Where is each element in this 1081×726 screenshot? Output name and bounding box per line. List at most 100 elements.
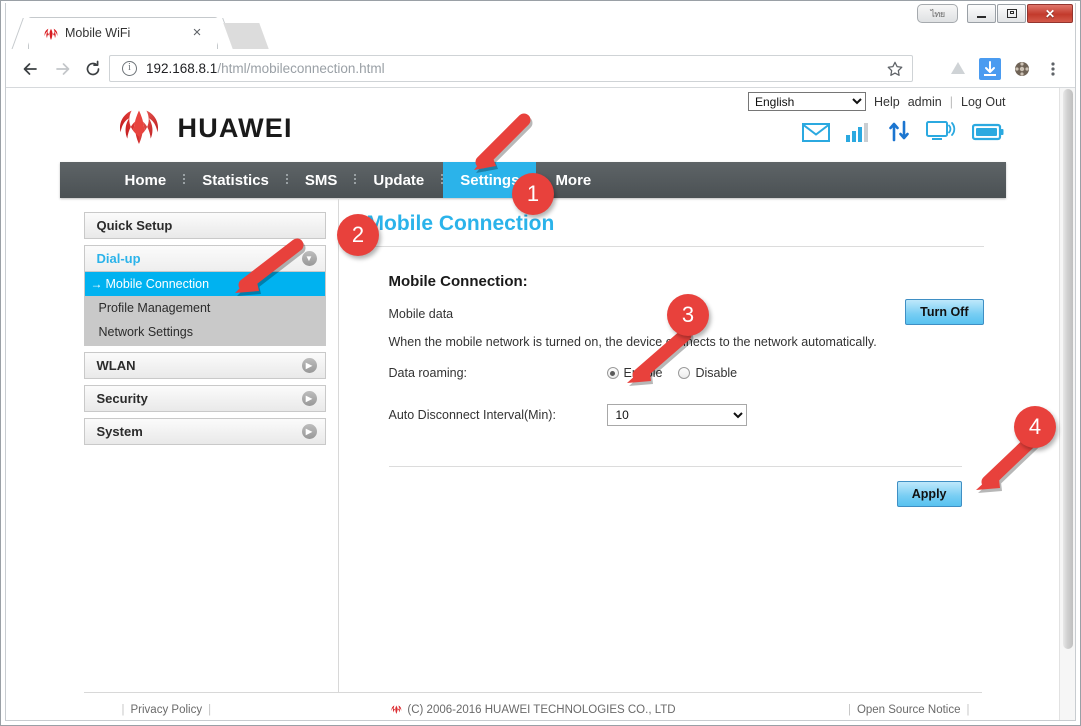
close-icon[interactable]: ×: [189, 25, 205, 41]
nav-item-settings[interactable]: Settings: [443, 162, 537, 198]
settings-sidebar: Quick Setup Dial-up ▼ → Mobile Connectio…: [60, 198, 339, 692]
logout-link[interactable]: Log Out: [961, 95, 1005, 109]
chevron-right-icon: ▶: [301, 391, 317, 406]
copyright-text: (C) 2006-2016 HUAWEI TECHNOLOGIES CO., L…: [407, 703, 676, 716]
sidebar-label: Network Settings: [98, 325, 193, 339]
tab-title: Mobile WiFi: [65, 26, 131, 40]
user-label: admin: [907, 94, 942, 109]
open-source-notice-link[interactable]: Open Source Notice: [857, 704, 961, 716]
signal-bars-icon: [845, 122, 872, 147]
language-select[interactable]: English: [748, 92, 866, 111]
google-drive-icon[interactable]: [947, 58, 969, 80]
browser-toolbar: i 192.168.8.1/html/mobileconnection.html: [6, 49, 1075, 88]
page-header: HUAWEI English Help admin | Log Out: [60, 88, 1006, 162]
data-roaming-label: Data roaming:: [388, 366, 468, 380]
minimize-button[interactable]: [967, 4, 996, 23]
sidebar-item-system[interactable]: System ▶: [83, 418, 326, 445]
huawei-router-page: HUAWEI English Help admin | Log Out Home…: [6, 88, 1059, 720]
scrollbar-thumb[interactable]: [1063, 89, 1073, 649]
back-arrow-icon[interactable]: [18, 57, 42, 81]
tab-strip: Mobile WiFi × ไทย ✕: [6, 3, 1075, 49]
reload-icon[interactable]: [81, 57, 105, 81]
separator: |: [847, 703, 851, 716]
sidebar-label: Mobile Connection: [105, 277, 210, 291]
chevron-down-icon: ▼: [301, 251, 317, 266]
footer-copyright: (C) 2006-2016 HUAWEI TECHNOLOGIES CO., L…: [389, 703, 676, 716]
separator: |: [208, 703, 212, 716]
separator: |: [949, 94, 954, 109]
page-title: Mobile Connection: [366, 212, 984, 247]
divider: [388, 466, 962, 467]
apply-row: Apply: [389, 481, 962, 507]
mobile-data-row: Mobile data Turn Off: [388, 299, 984, 325]
section-heading: Mobile Connection:: [388, 273, 528, 290]
battery-icon: [971, 122, 1004, 147]
sidebar-label: System: [96, 424, 143, 439]
sidebar-label: Security: [96, 391, 148, 406]
maximize-button[interactable]: [997, 4, 1026, 23]
language-bar-button[interactable]: ไทย: [917, 4, 958, 23]
arrow-right-icon: →: [90, 277, 103, 291]
settings-content: Mobile Connection Mobile Connection: Mob…: [339, 198, 1006, 692]
sidebar-item-network-settings[interactable]: Network Settings: [85, 320, 325, 344]
huawei-flower-icon: [391, 705, 401, 714]
huawei-wordmark: HUAWEI: [177, 112, 293, 143]
data-transfer-icon: [888, 120, 910, 147]
mobile-data-label: Mobile data: [388, 307, 454, 321]
radio-roaming-disable-label[interactable]: Disable: [695, 366, 737, 380]
huawei-flower-icon: [119, 110, 158, 144]
turn-off-button[interactable]: Turn Off: [905, 299, 984, 325]
vertical-scrollbar[interactable]: [1059, 88, 1075, 720]
huawei-flower-icon: [43, 26, 59, 42]
help-link[interactable]: Help: [874, 95, 900, 109]
url-host: 192.168.8.1: [146, 61, 218, 76]
sidebar-item-mobile-connection[interactable]: → Mobile Connection: [84, 272, 325, 296]
sidebar-label: Profile Management: [98, 301, 211, 315]
message-icon[interactable]: [801, 122, 830, 147]
sidebar-item-quick-setup[interactable]: Quick Setup: [83, 212, 326, 239]
data-roaming-row: Data roaming: Enable Disable: [389, 366, 984, 380]
nav-item-sms[interactable]: SMS: [288, 162, 355, 198]
page-viewport: HUAWEI English Help admin | Log Out Home…: [6, 88, 1075, 720]
page-footer: | Privacy Policy | (C) 2006-2016 HUAWEI TE…: [83, 692, 982, 720]
apply-button[interactable]: Apply: [896, 481, 962, 507]
bookmark-star-icon[interactable]: [886, 60, 904, 78]
chrome-menu-icon[interactable]: [1045, 58, 1061, 80]
auto-disconnect-label: Auto Disconnect Interval(Min):: [388, 408, 556, 422]
browser-tab-mobile-wifi[interactable]: Mobile WiFi ×: [28, 17, 218, 49]
nav-item-more[interactable]: More: [538, 162, 608, 198]
page-body: Quick Setup Dial-up ▼ → Mobile Connectio…: [60, 198, 1006, 692]
nav-item-update[interactable]: Update: [356, 162, 441, 198]
wifi-monitor-icon: [925, 120, 956, 147]
chevron-right-icon: ▶: [301, 424, 317, 439]
close-window-button[interactable]: ✕: [1027, 4, 1073, 23]
nav-item-statistics[interactable]: Statistics: [185, 162, 286, 198]
sidebar-label: WLAN: [96, 358, 136, 373]
huawei-logo: HUAWEI: [114, 108, 293, 148]
sidebar-item-dial-up[interactable]: Dial-up ▼: [83, 245, 326, 272]
auto-disconnect-row: Auto Disconnect Interval(Min): 10: [389, 404, 984, 426]
sidebar-item-security[interactable]: Security ▶: [83, 385, 326, 412]
download-icon[interactable]: [979, 58, 1001, 80]
sidebar-label: Dial-up: [96, 251, 141, 266]
site-info-icon[interactable]: i: [122, 61, 137, 76]
privacy-policy-link[interactable]: Privacy Policy: [131, 704, 203, 716]
browser-chrome: Mobile WiFi × ไทย ✕ i 192.168.8.1/html/m…: [5, 3, 1076, 721]
radio-roaming-enable-label[interactable]: Enable: [624, 366, 663, 380]
separator: |: [121, 703, 125, 716]
radio-roaming-enable[interactable]: [606, 367, 619, 379]
footer-open-source: | Open Source Notice |: [842, 704, 976, 716]
sidebar-item-wlan[interactable]: WLAN ▶: [83, 352, 326, 379]
auto-disconnect-interval-select[interactable]: 10: [606, 404, 747, 426]
address-bar[interactable]: i 192.168.8.1/html/mobileconnection.html: [109, 55, 913, 82]
sidebar-item-profile-management[interactable]: Profile Management: [85, 296, 325, 320]
forward-arrow-icon: [51, 57, 75, 81]
sidebar-submenu-dial-up: → Mobile Connection Profile Management N…: [83, 272, 326, 346]
nav-item-home[interactable]: Home: [108, 162, 184, 198]
extension-icon[interactable]: [1011, 58, 1033, 80]
chevron-right-icon: ▶: [301, 358, 317, 373]
address-bar-url: 192.168.8.1/html/mobileconnection.html: [146, 61, 385, 76]
separator: |: [966, 703, 970, 716]
window-controls: ไทย ✕: [917, 4, 1073, 23]
radio-roaming-disable[interactable]: [678, 367, 691, 379]
